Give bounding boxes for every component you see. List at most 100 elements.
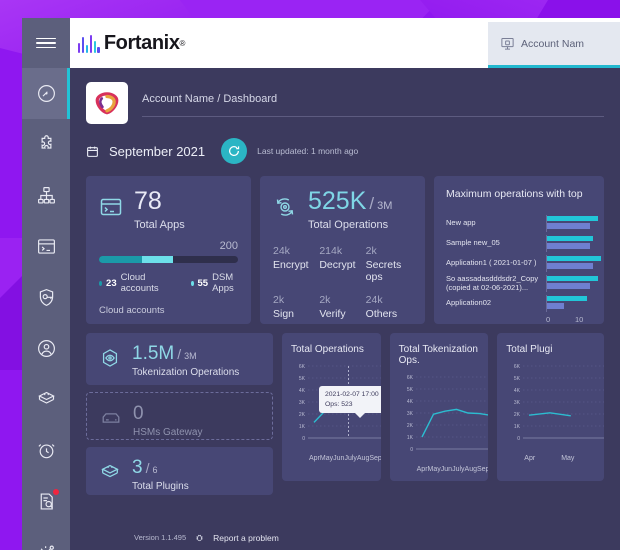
legend-dot-dsm: [190, 280, 194, 286]
bar-series-teal: [547, 275, 599, 281]
y-tick-label: 1K: [299, 424, 306, 430]
alarm-clock-icon: [37, 444, 55, 459]
y-tick-label: 5K: [407, 387, 414, 393]
hamburger-icon: [36, 35, 56, 52]
ops-cell-decrypt: 214k Decrypt: [319, 245, 365, 283]
total-apps-progress: [99, 256, 238, 263]
card-total-apps[interactable]: 78 Total Apps 200 23 Cloud accounts 55 D…: [86, 176, 251, 324]
card-total-plugins[interactable]: 3 / 6 Total Plugins: [86, 447, 273, 495]
total-plugins-total: 6: [152, 465, 158, 475]
sidebar-item-users[interactable]: [22, 323, 70, 374]
fortanix-shield-logo: [95, 92, 119, 115]
sidebar-item-dashboard[interactable]: [22, 68, 70, 119]
progress-segment-dsm: [142, 256, 173, 263]
total-plugins-label: Total Plugins: [132, 481, 189, 492]
chart-title-total-operations: Total Operations: [291, 344, 364, 355]
ops-key: Others: [365, 308, 398, 320]
logo-bars-icon: [78, 34, 100, 53]
app-window: Fortanix ® Account Nam Account Name / Da…: [22, 18, 620, 550]
hierarchy-icon: [37, 187, 55, 204]
line-chart-tokenization: 0 1K 2K 3K 4K 5K 6K: [399, 373, 489, 464]
y-tick-label: 0: [518, 436, 521, 442]
refresh-button[interactable]: [221, 138, 248, 164]
sidebar-item-apps[interactable]: [22, 221, 70, 272]
bar-series-purple: [547, 243, 590, 249]
bar-series-purple: [547, 263, 593, 269]
puzzle-icon: [41, 135, 51, 149]
chart-title-plugins: Total Plugi: [506, 344, 553, 355]
bar-chart-bars: [546, 274, 604, 292]
brand-registered-mark: ®: [179, 38, 186, 48]
total-plugins-slash: /: [145, 460, 150, 476]
card-chart-total-operations[interactable]: Total Operations 0 1K 2K 3K 4K 5K 6K 2021-02-0…: [282, 333, 381, 481]
sidebar-item-security-objects[interactable]: [22, 272, 70, 323]
dashboard-gauge-icon: [37, 85, 55, 102]
x-tick-label: Jun: [333, 455, 345, 462]
bug-icon: [196, 534, 203, 542]
x-tick-label: Apr: [416, 466, 428, 473]
total-operations-total: 3M: [377, 200, 393, 212]
legend-count-cloud: 23: [106, 277, 117, 289]
total-apps-cap: 200: [219, 240, 238, 252]
fortanix-logo: Fortanix ®: [78, 32, 185, 55]
bar-chart-label: So aassadasdddsdr2_Copy (copied at 02-06…: [446, 273, 539, 292]
shield-key-icon: [39, 288, 53, 307]
card-hsm-gateway[interactable]: 0 HSMs Gateway: [86, 392, 273, 440]
last-updated-text: Last updated: 1 month ago: [257, 146, 359, 156]
card-chart-total-plugins[interactable]: Total Plugi 0 1K 2K 3K 4K 5K 6K Apr May: [497, 333, 604, 481]
bar-chart-label: Application1 ( 2021-01-07 ): [446, 258, 537, 268]
total-operations-label: Total Operations: [308, 219, 389, 231]
total-plugins-value: 3: [132, 457, 143, 478]
line-chart-svg: 0 1K 2K 3K 4K 5K 6K: [407, 375, 489, 453]
card-total-operations[interactable]: 525K / 3M Total Operations 24k Encrypt 2…: [260, 176, 425, 324]
y-tick-label: 4K: [299, 388, 306, 394]
bar-series-teal: [547, 235, 593, 241]
legend-label-cloud: Cloud accounts: [120, 272, 159, 294]
sidebar-item-settings[interactable]: [22, 527, 70, 550]
date-bar: September 2021 Last updated: 1 month ago: [70, 124, 620, 164]
ops-value: 24k: [273, 245, 290, 257]
audit-log-badge: [53, 489, 59, 495]
account-logo: [86, 82, 128, 124]
plugin-box-icon: [101, 464, 119, 478]
legend-item: 55 DSM Apps: [190, 272, 238, 294]
sidebar-item-plugins[interactable]: [22, 374, 70, 425]
bar-chart-bars: [546, 214, 604, 232]
plugin-box-icon: [37, 391, 55, 404]
tokenization-slash: /: [177, 346, 182, 362]
legend-count-dsm: 55: [197, 277, 209, 289]
bar-chart-bars: [546, 254, 604, 272]
operations-cycle-icon: [276, 198, 294, 216]
brand-name: Fortanix: [103, 31, 180, 54]
sidebar-item-tasks[interactable]: [22, 425, 70, 476]
bar-x-tick: 10: [575, 315, 584, 324]
chart-line: [421, 408, 489, 438]
line-chart-svg: 0 1K 2K 3K 4K 5K 6K: [514, 364, 604, 442]
sidebar-item-menu-toggle[interactable]: [22, 18, 70, 68]
card-chart-tokenization-ops[interactable]: Total Tokenization Ops. 0 1K 2K 3K 4K 5K 6K Ap…: [389, 333, 489, 481]
breadcrumb-line: Account Name / Dashboard: [142, 89, 604, 117]
total-apps-value: 78: [134, 187, 162, 215]
bar-chart-row: New app: [446, 213, 604, 233]
y-tick-label: 5K: [514, 376, 521, 382]
bar-chart-row: So aassadasdddsdr2_Copy (copied at 02-06…: [446, 273, 604, 293]
sidebar-item-org-structure[interactable]: [22, 170, 70, 221]
sidebar-item-audit-log[interactable]: [22, 476, 70, 527]
footer: Version 1.1.495 Report a problem: [134, 532, 279, 543]
main-content: Account Name / Dashboard September 2021 …: [70, 68, 620, 550]
card-max-operations[interactable]: Maximum operations with top New app Sampl…: [434, 176, 604, 324]
sidebar-item-groups[interactable]: [22, 119, 70, 170]
tooltip-line-1: 2021-02-07 17:00: [325, 391, 379, 398]
total-operations-slash: /: [369, 194, 375, 213]
account-tab[interactable]: Account Nam: [488, 22, 620, 68]
card-tokenization[interactable]: 1.5M / 3M Tokenization Operations: [86, 333, 273, 385]
hsm-server-icon: [102, 413, 120, 423]
breadcrumb-text: Account Name / Dashboard: [142, 93, 278, 105]
ops-value: 24k: [365, 294, 383, 306]
x-tick-label: Apr: [309, 455, 320, 462]
chart-x-axis: Apr May Jun July Aug Sep: [399, 464, 489, 473]
ops-value: 2k: [273, 294, 285, 306]
bar-chart-row: Sample new_05: [446, 233, 604, 253]
x-tick-label: July: [452, 466, 465, 473]
report-problem-link[interactable]: Report a problem: [213, 533, 279, 543]
